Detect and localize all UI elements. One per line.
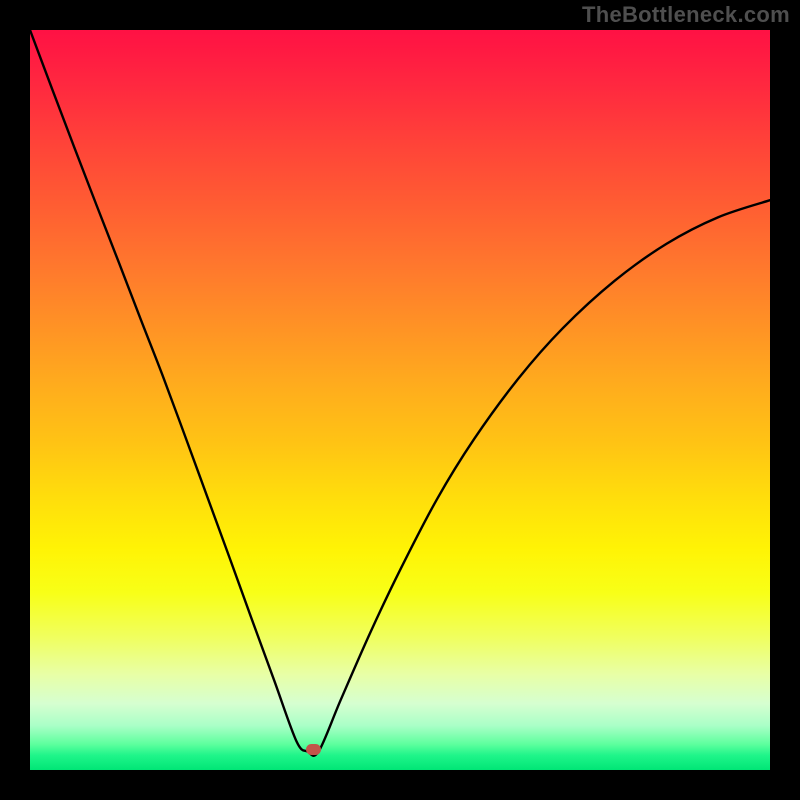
optimal-point-marker (306, 744, 321, 755)
curve-svg (30, 30, 770, 770)
chart-frame: TheBottleneck.com (0, 0, 800, 800)
plot-area (30, 30, 770, 770)
bottleneck-curve (30, 30, 770, 756)
watermark-text: TheBottleneck.com (582, 2, 790, 28)
